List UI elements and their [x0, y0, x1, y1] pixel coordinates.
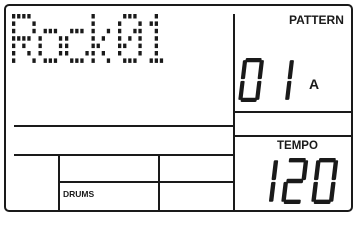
pattern-label: PATTERN: [289, 13, 344, 27]
pattern-number-display: [238, 58, 294, 102]
seven-segment-digit: [285, 60, 294, 100]
track-column-divider-2: [158, 156, 160, 210]
seven-segment-digit: [268, 160, 279, 202]
track-row-bottom-line: [58, 181, 233, 183]
tempo-label: TEMPO: [277, 140, 318, 152]
pattern-tempo-divider: [235, 111, 351, 113]
tempo-value-display: [268, 158, 339, 204]
seven-segment-digit: [311, 158, 339, 204]
pattern-variation-letter: A: [309, 76, 320, 92]
dot-matrix-char: [38, 28, 63, 63]
dot-matrix-char: [149, 14, 164, 63]
tempo-top-divider: [235, 135, 351, 137]
seven-segment-digit: [281, 158, 309, 204]
dot-matrix-name-display: [12, 14, 164, 63]
track-part-label: DRUMS: [63, 189, 95, 199]
seven-segment-digit: [238, 58, 264, 102]
track-column-divider-1: [58, 156, 60, 210]
track-row-top-line: [14, 125, 233, 127]
dot-matrix-char: [12, 14, 36, 63]
dot-matrix-char: [118, 14, 142, 63]
lcd-display: PATTERN TEMPO DRUMS A: [4, 4, 353, 212]
dot-matrix-char: [65, 28, 89, 63]
track-row-middle-line: [14, 154, 233, 156]
dot-matrix-char: [91, 14, 111, 63]
